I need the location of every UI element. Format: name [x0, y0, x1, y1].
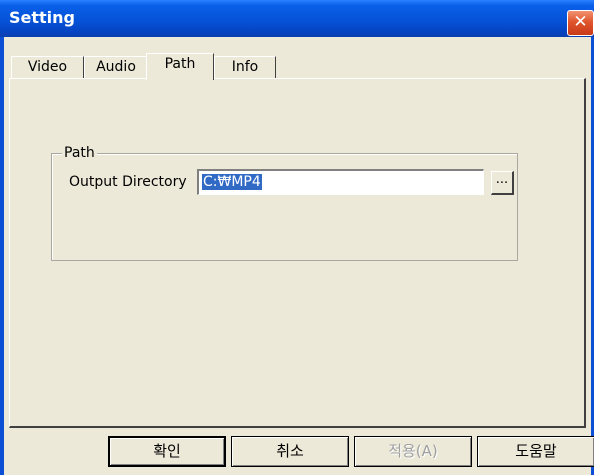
help-button[interactable]: 도움말 [477, 436, 594, 467]
tab-info-label: Info [231, 59, 259, 75]
window-frame-left [0, 37, 4, 475]
title-bar[interactable]: Setting ✕ [0, 0, 594, 37]
tab-video-label: Video [27, 59, 68, 75]
output-directory-input[interactable]: C:₩MP4 [197, 169, 484, 195]
tab-audio-label: Audio [96, 59, 136, 75]
output-directory-value: C:₩MP4 [202, 174, 262, 190]
apply-button: 적용(A) [354, 436, 472, 467]
browse-button[interactable]: ... [491, 171, 514, 195]
cancel-button[interactable]: 취소 [231, 436, 349, 467]
tab-audio[interactable]: Audio [84, 56, 148, 78]
ok-button[interactable]: 확인 [108, 436, 226, 467]
tab-info[interactable]: Info [214, 56, 276, 78]
tab-video[interactable]: Video [11, 56, 84, 78]
output-directory-label: Output Directory [69, 174, 187, 190]
window-title: Setting [9, 8, 75, 27]
path-group-legend: Path [62, 145, 97, 161]
tab-path[interactable]: Path [146, 53, 214, 80]
close-icon[interactable]: ✕ [567, 10, 594, 36]
tab-path-label: Path [164, 56, 196, 72]
